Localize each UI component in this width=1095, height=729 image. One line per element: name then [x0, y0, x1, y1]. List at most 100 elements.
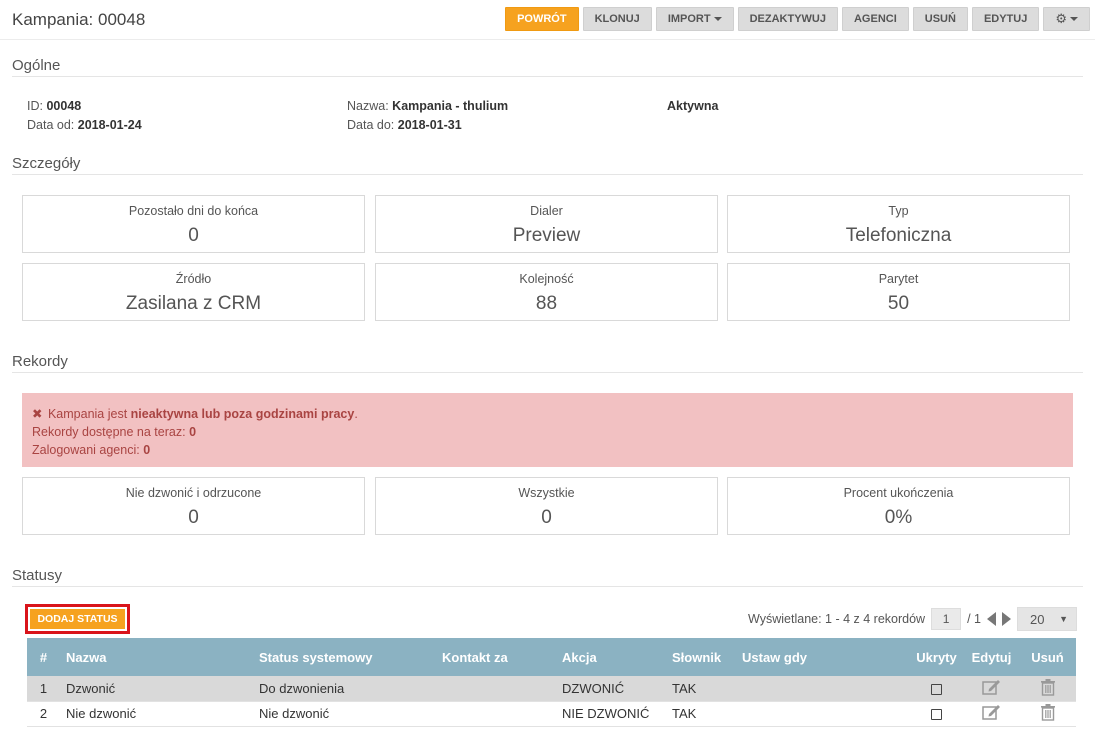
cell-delete — [1019, 701, 1076, 727]
hidden-checkbox[interactable] — [931, 683, 942, 695]
pager: Wyświetlane: 1 - 4 z 4 rekordów / 1 20 ▼ — [748, 607, 1077, 631]
cell-edit — [964, 676, 1019, 702]
clone-button[interactable]: KLONUJ — [582, 7, 652, 31]
table-row: 2 Nie dzwonić Nie dzwonić NIE DZWONIĆ TA… — [27, 701, 1076, 727]
cell-number: 1 — [27, 676, 60, 702]
id-value: 00048 — [46, 99, 82, 113]
page-number-input[interactable] — [931, 608, 962, 630]
edit-icon[interactable] — [981, 703, 1002, 721]
add-status-button[interactable]: DODAJ STATUS — [30, 609, 125, 629]
stat-label: Nie dzwonić i odrzucone — [125, 486, 262, 500]
stat-box-source: Źródło Zasilana z CRM — [22, 263, 365, 321]
stat-box-all: Wszystkie 0 — [375, 477, 718, 535]
cell-contact-after — [436, 701, 556, 727]
stat-label: Dialer — [530, 204, 563, 218]
alert-emphasis: nieaktywna lub poza godzinami pracy — [130, 407, 355, 421]
date-to-label: Data do: — [347, 118, 395, 132]
cell-set-when — [736, 676, 909, 702]
state-value: Aktywna — [667, 99, 719, 113]
import-dropdown-button[interactable]: IMPORT — [655, 7, 734, 31]
per-page-select[interactable]: 20 ▼ — [1017, 607, 1077, 631]
column-header-dictionary[interactable]: Słownik — [666, 638, 736, 676]
column-header-hidden[interactable]: Ukryty — [909, 638, 964, 676]
gear-icon: ⚙ — [1055, 11, 1067, 26]
cell-number: 2 — [27, 701, 60, 727]
trash-icon[interactable] — [1040, 703, 1056, 721]
alert-suffix: . — [354, 407, 358, 421]
next-page-icon[interactable] — [1002, 612, 1011, 626]
stat-value: Telefoniczna — [845, 225, 952, 246]
page-title: Kampania: 00048 — [12, 10, 146, 29]
add-status-highlight: DODAJ STATUS — [25, 604, 130, 634]
agents-button[interactable]: AGENCI — [841, 7, 909, 31]
inactive-alert: ✖ Kampania jest nieaktywna lub poza godz… — [22, 393, 1073, 467]
chevron-down-icon: ▼ — [1059, 614, 1068, 624]
stat-box-dialer: Dialer Preview — [375, 195, 718, 253]
toolbar: POWRÓT KLONUJ IMPORT DEZAKTYWUJ AGENCI U… — [505, 7, 1090, 31]
agents-label: Zalogowani agenci: — [32, 443, 140, 457]
stat-box-order: Kolejność 88 — [375, 263, 718, 321]
caret-down-icon — [713, 17, 722, 21]
hidden-checkbox[interactable] — [931, 709, 942, 721]
name-value: Kampania - thulium — [392, 99, 509, 113]
stat-label: Parytet — [878, 272, 919, 286]
stat-box-completion: Procent ukończenia 0% — [727, 477, 1070, 535]
stat-value: 0 — [188, 225, 199, 246]
cell-name: Nie dzwonić — [60, 701, 253, 727]
edit-button[interactable]: EDYTUJ — [971, 7, 1040, 31]
section-divider — [12, 586, 1083, 587]
column-header-contact-after[interactable]: Kontakt za — [436, 638, 556, 676]
stat-value: Zasilana z CRM — [125, 293, 262, 314]
stat-label: Procent ukończenia — [843, 486, 954, 500]
settings-dropdown-button[interactable]: ⚙ — [1043, 7, 1090, 31]
column-header-number[interactable]: # — [27, 638, 60, 676]
page-header: Kampania: 00048 POWRÓT KLONUJ IMPORT DEZ… — [0, 0, 1095, 40]
cell-set-when — [736, 701, 909, 727]
column-header-action[interactable]: Akcja — [556, 638, 666, 676]
cell-action: NIE DZWONIĆ — [556, 701, 666, 727]
stat-value: 0 — [541, 507, 552, 528]
delete-button[interactable]: USUŃ — [912, 7, 968, 31]
stat-box-type: Typ Telefoniczna — [727, 195, 1070, 253]
edit-icon[interactable] — [981, 678, 1002, 696]
stat-box-days-left: Pozostało dni do końca 0 — [22, 195, 365, 253]
cell-dictionary: TAK — [666, 676, 736, 702]
alert-logged-agents: Zalogowani agenci: 0 — [32, 441, 1063, 459]
section-divider — [12, 372, 1083, 373]
section-divider — [12, 174, 1083, 175]
column-header-system-status[interactable]: Status systemowy — [253, 638, 436, 676]
stat-box-parity: Parytet 50 — [727, 263, 1070, 321]
agents-value: 0 — [143, 443, 151, 457]
campaign-date-to: Data do: 2018-01-31 — [347, 118, 462, 132]
alert-message: ✖ Kampania jest nieaktywna lub poza godz… — [32, 405, 1063, 423]
column-header-set-when[interactable]: Ustaw gdy — [736, 638, 909, 676]
column-header-edit: Edytuj — [964, 638, 1019, 676]
cell-edit — [964, 701, 1019, 727]
stat-label: Wszystkie — [518, 486, 575, 500]
cell-delete — [1019, 676, 1076, 702]
cell-hidden — [909, 676, 964, 702]
prev-page-icon[interactable] — [987, 612, 996, 626]
statuses-table: # Nazwa Status systemowy Kontakt za Akcj… — [27, 638, 1076, 727]
import-label: IMPORT — [667, 13, 711, 25]
cell-contact-after — [436, 676, 556, 702]
column-header-name[interactable]: Nazwa — [60, 638, 253, 676]
alert-prefix: Kampania jest — [47, 407, 128, 421]
stat-label: Typ — [888, 204, 909, 218]
table-header-row: # Nazwa Status systemowy Kontakt za Akcj… — [27, 638, 1076, 676]
available-label: Rekordy dostępne na teraz: — [32, 425, 186, 439]
alert-available-records: Rekordy dostępne na teraz: 0 — [32, 423, 1063, 441]
per-page-value: 20 — [1030, 611, 1045, 627]
close-icon: ✖ — [32, 407, 43, 421]
back-button[interactable]: POWRÓT — [505, 7, 579, 31]
available-value: 0 — [189, 425, 197, 439]
table-row: 1 Dzwonić Do dzwonienia DZWONIĆ TAK — [27, 676, 1076, 702]
stat-label: Pozostało dni do końca — [128, 204, 259, 218]
cell-system-status: Do dzwonienia — [253, 676, 436, 702]
cell-action: DZWONIĆ — [556, 676, 666, 702]
column-header-delete: Usuń — [1019, 638, 1076, 676]
section-title-details: Szczegóły — [12, 155, 81, 172]
stat-label: Źródło — [175, 272, 212, 286]
trash-icon[interactable] — [1040, 678, 1056, 696]
deactivate-button[interactable]: DEZAKTYWUJ — [737, 7, 838, 31]
